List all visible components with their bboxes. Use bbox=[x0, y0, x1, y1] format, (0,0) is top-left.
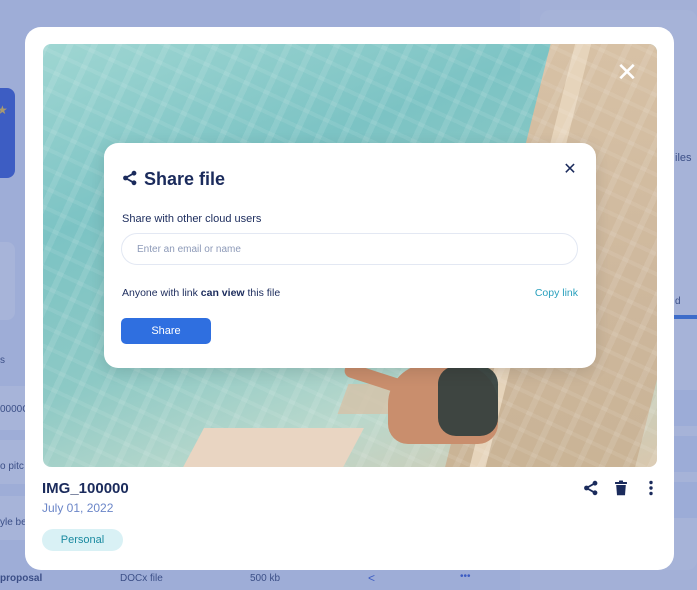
permission-level[interactable]: can view bbox=[201, 287, 245, 299]
permission-prefix: Anyone with link bbox=[122, 287, 201, 299]
close-icon[interactable]: ✕ bbox=[562, 161, 578, 177]
permission-suffix: this file bbox=[244, 287, 281, 299]
file-actions bbox=[581, 478, 661, 498]
file-name: IMG_100000 bbox=[42, 480, 129, 497]
share-dialog-title: Share file bbox=[144, 169, 226, 189]
close-icon[interactable]: ✕ bbox=[615, 60, 639, 86]
file-tag[interactable]: Personal bbox=[42, 529, 123, 551]
trash-icon[interactable] bbox=[611, 478, 631, 498]
share-icon[interactable] bbox=[581, 478, 601, 498]
share-email-input[interactable] bbox=[121, 233, 578, 265]
share-button[interactable]: Share bbox=[121, 318, 211, 344]
share-dialog-header: Share file bbox=[122, 169, 225, 190]
copy-link-button[interactable]: Copy link bbox=[535, 287, 578, 299]
share-dialog: Share file ✕ Share with other cloud user… bbox=[104, 143, 596, 368]
share-field-label: Share with other cloud users bbox=[122, 213, 262, 225]
more-vertical-icon[interactable] bbox=[641, 478, 661, 498]
link-permission-text: Anyone with link can view this file bbox=[122, 287, 280, 299]
file-date: July 01, 2022 bbox=[42, 501, 114, 515]
share-icon bbox=[122, 170, 138, 190]
